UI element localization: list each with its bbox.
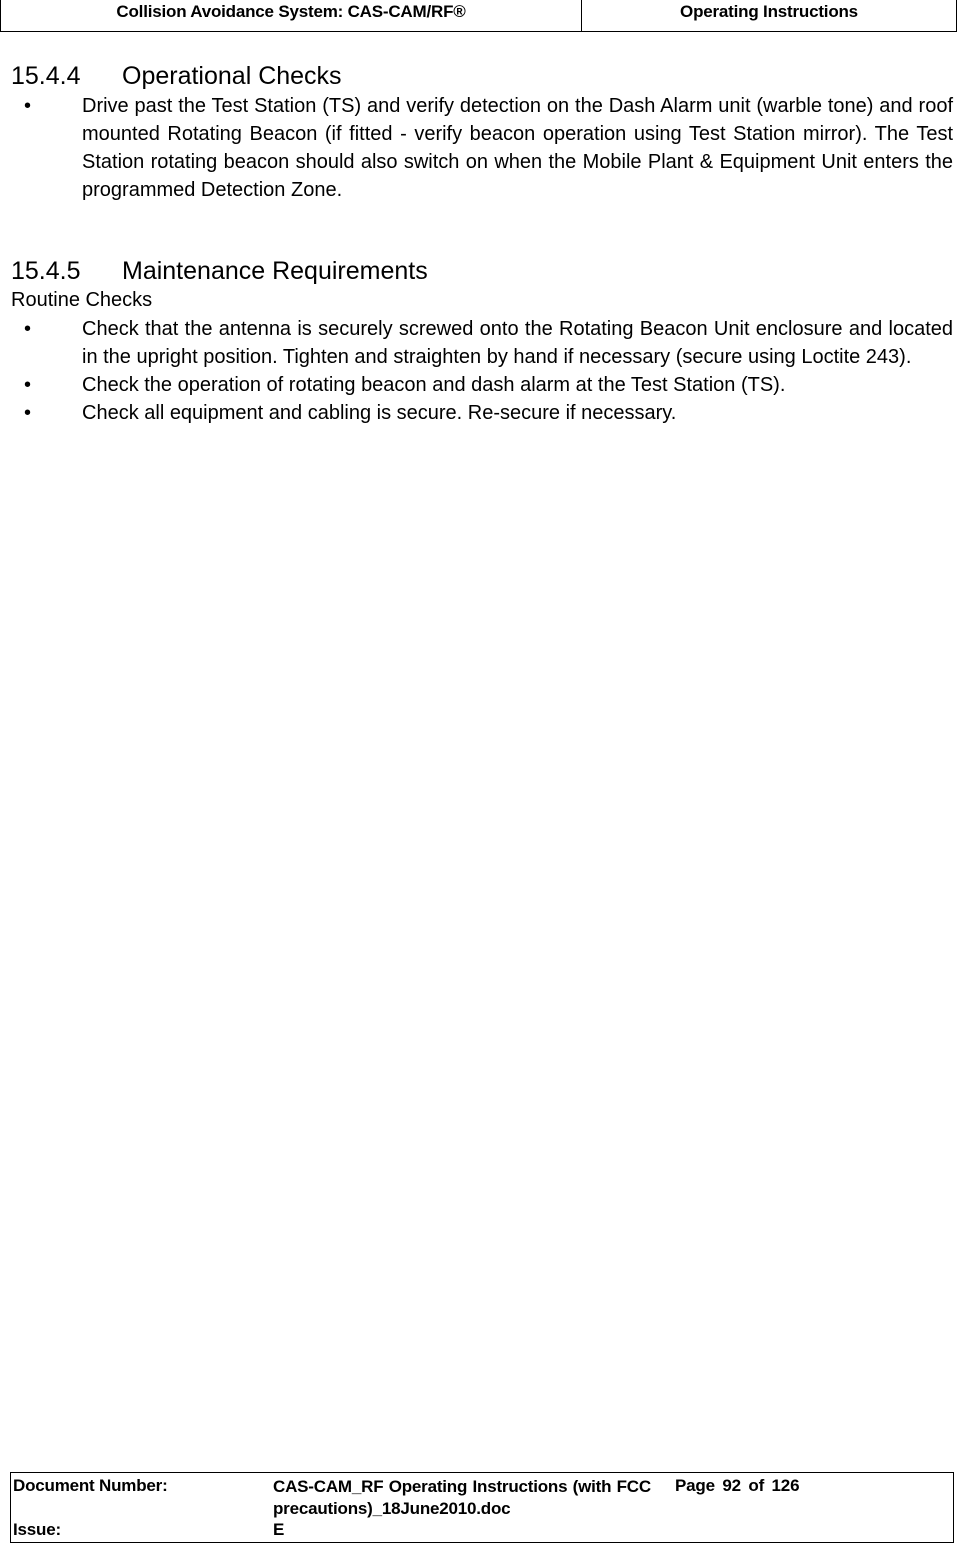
section-title: Operational Checks — [122, 62, 342, 90]
page-footer: Document Number: CAS-CAM_RF Operating In… — [10, 1472, 954, 1543]
list-item-text: Drive past the Test Station (TS) and ver… — [82, 95, 953, 201]
section-heading-maintenance-requirements: 15.4.5 Maintenance Requirements — [11, 256, 428, 286]
bullet-icon: • — [24, 318, 32, 340]
document-number-label: Document Number: — [13, 1476, 168, 1495]
document-name-line2: precautions)_18June2010.doc — [273, 1499, 511, 1518]
list-item-text: Check the operation of rotating beacon a… — [82, 374, 786, 396]
section-title: Maintenance Requirements — [122, 257, 428, 285]
subheading-routine-checks: Routine Checks — [11, 289, 153, 311]
document-name-word: Instructions — [472, 1477, 568, 1496]
document-number-value: CAS-CAM_RF Operating Instructions (with … — [273, 1476, 653, 1520]
page-header: Collision Avoidance System: CAS-CAM/RF® … — [0, 0, 957, 32]
bullet-icon: • — [24, 95, 32, 117]
issue-label: Issue: — [13, 1520, 61, 1539]
list-item-text: Check that the antenna is securely screw… — [82, 318, 953, 368]
routine-checks-list: • Check that the antenna is securely scr… — [0, 315, 955, 427]
document-name-word: CAS-CAM_RF — [273, 1477, 384, 1496]
section-number: 15.4.5 — [11, 257, 81, 285]
section-heading-operational-checks: 15.4.4 Operational Checks — [11, 61, 342, 91]
header-system-title: Collision Avoidance System: CAS-CAM/RF® — [1, 0, 582, 31]
bullet-icon: • — [24, 374, 32, 396]
issue-value: E — [273, 1520, 285, 1539]
document-name-word: Operating — [388, 1477, 468, 1496]
list-item: • Check that the antenna is securely scr… — [0, 315, 955, 371]
header-document-type: Operating Instructions — [680, 2, 858, 21]
list-item: • Check all equipment and cabling is sec… — [0, 399, 955, 427]
document-name-line1: CAS-CAM_RF Operating Instructions (with … — [273, 1476, 651, 1498]
list-item: • Drive past the Test Station (TS) and v… — [0, 92, 955, 204]
document-name-word: FCC — [616, 1477, 652, 1496]
list-item-text: Check all equipment and cabling is secur… — [82, 402, 677, 424]
operational-checks-list: • Drive past the Test Station (TS) and v… — [0, 92, 955, 204]
bullet-icon: • — [24, 402, 32, 424]
section-number: 15.4.4 — [11, 62, 81, 90]
document-name-word: (with — [572, 1477, 612, 1496]
page-number: Page 92 of 126 — [675, 1476, 800, 1495]
list-item: • Check the operation of rotating beacon… — [0, 371, 955, 399]
